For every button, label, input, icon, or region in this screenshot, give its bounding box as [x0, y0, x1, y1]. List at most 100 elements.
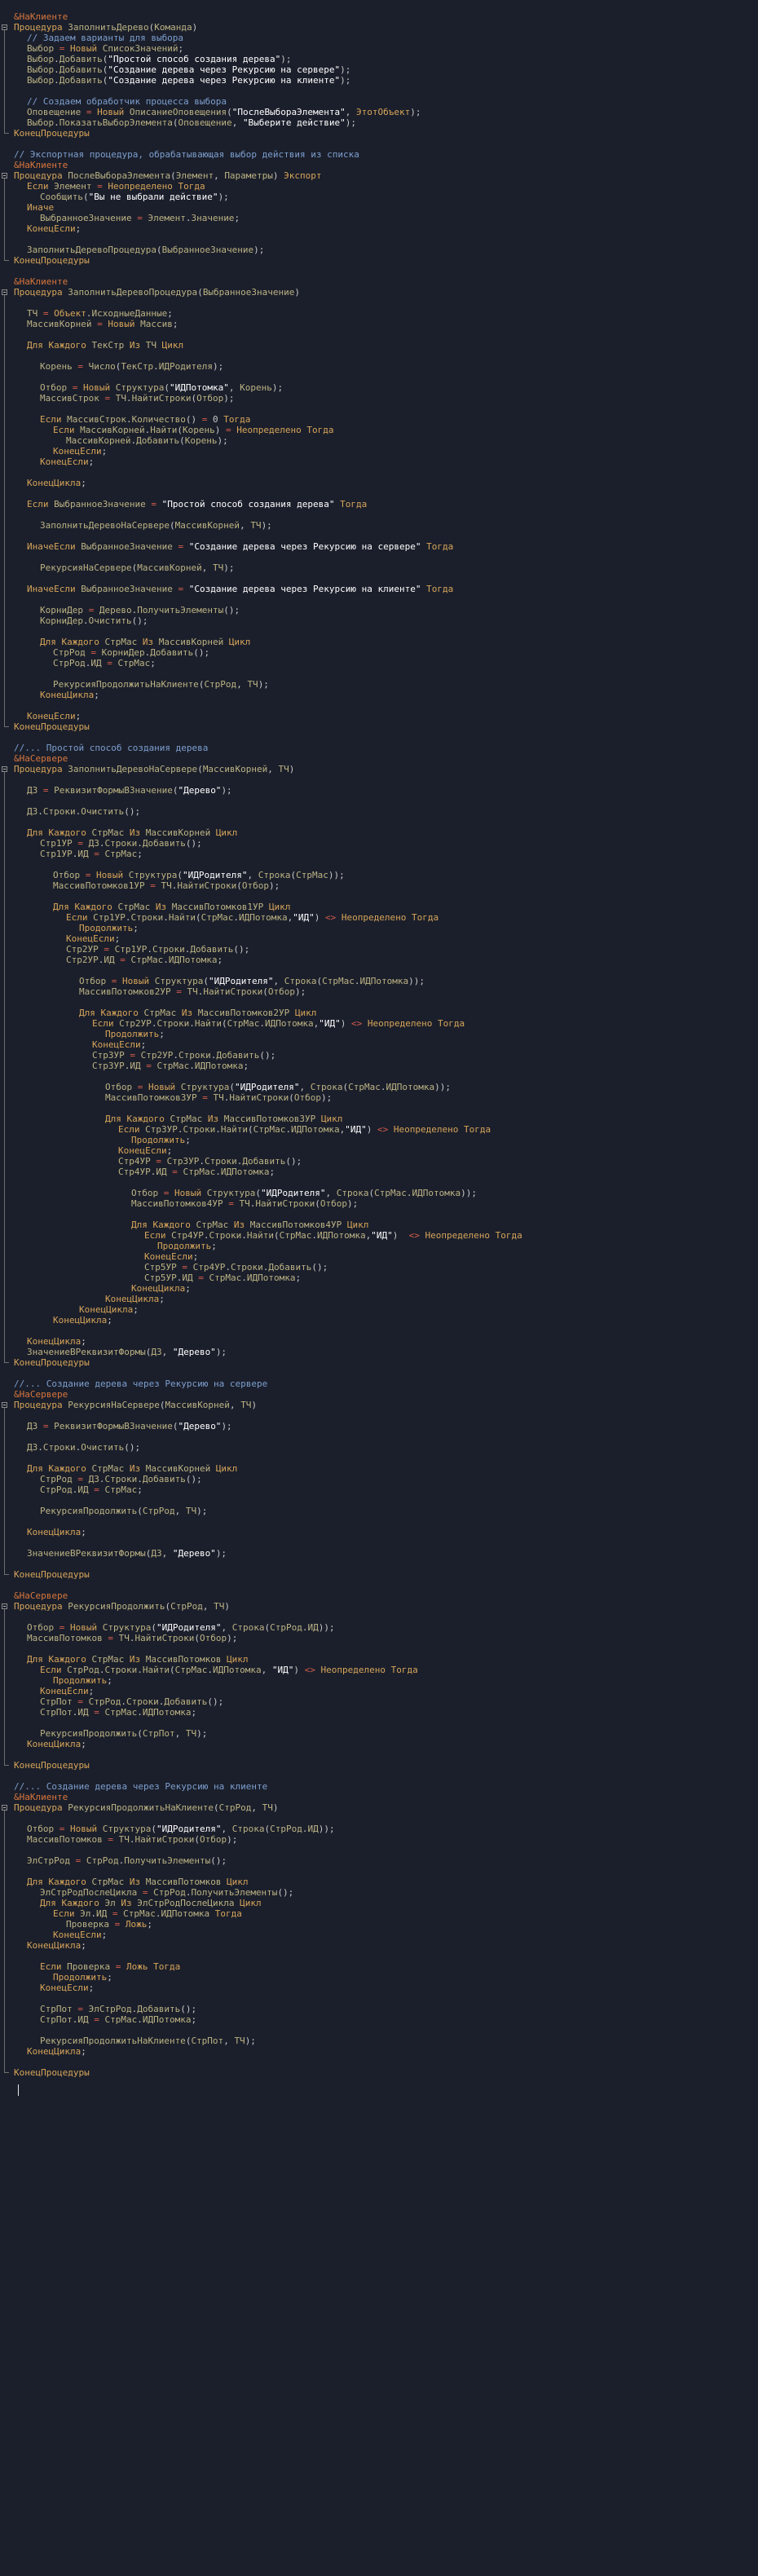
code-line[interactable]: КонецЦикла;: [0, 1304, 758, 1315]
code-line[interactable]: МассивПотомков4УР = ТЧ.НайтиСтроки(Отбор…: [0, 1198, 758, 1209]
code-line[interactable]: РекурсияПродолжитьНаКлиенте(СтрРод, ТЧ);: [0, 679, 758, 690]
code-line[interactable]: Иначе: [0, 202, 758, 213]
code-line[interactable]: Выбор.Добавить("Создание дерева через Ре…: [0, 64, 758, 75]
code-line[interactable]: Отбор = Новый Структура("ИДРодителя", Ст…: [0, 1082, 758, 1092]
code-line[interactable]: Сообщить("Вы не выбрали действие");: [0, 192, 758, 202]
code-line[interactable]: СтрПот = СтрРод.Строки.Добавить();: [0, 1696, 758, 1707]
code-line[interactable]: КонецПроцедуры: [0, 721, 758, 732]
code-line[interactable]: [0, 668, 758, 679]
code-line[interactable]: [0, 266, 758, 276]
code-line[interactable]: КонецЕсли;: [0, 1686, 758, 1696]
code-line[interactable]: [0, 1453, 758, 1463]
code-line[interactable]: МассивПотомков3УР = ТЧ.НайтиСтроки(Отбор…: [0, 1092, 758, 1103]
code-line[interactable]: КонецЕсли;: [0, 223, 758, 234]
code-line[interactable]: КонецЦикла;: [0, 2046, 758, 2057]
code-line[interactable]: ЗаполнитьДеревоНаСервере(МассивКорней, Т…: [0, 520, 758, 531]
code-line[interactable]: [0, 1993, 758, 2004]
code-line[interactable]: СтрРод = ДЗ.Строки.Добавить();: [0, 1474, 758, 1484]
code-line[interactable]: Стр4УР.ИД = СтрМас.ИДПотомка;: [0, 1167, 758, 1177]
code-line[interactable]: Выбор = Новый СписокЗначений;: [0, 43, 758, 54]
code-line[interactable]: СтрРод.ИД = СтрМас;: [0, 658, 758, 668]
code-line[interactable]: [0, 1410, 758, 1421]
code-line[interactable]: КонецЕсли;: [0, 1251, 758, 1262]
code-line[interactable]: СтрПот = ЭлСтрРод.Добавить();: [0, 2004, 758, 2014]
code-line[interactable]: Для Каждого СтрМас Из МассивКорней Цикл: [0, 1463, 758, 1474]
code-line[interactable]: Процедура РекурсияПродолжитьНаКлиенте(Ст…: [0, 1802, 758, 1813]
code-line[interactable]: &НаКлиенте: [0, 1792, 758, 1802]
code-line[interactable]: Если МассивКорней.Найти(Корень) = Неопре…: [0, 425, 758, 435]
code-line[interactable]: КонецЦикла;: [0, 1315, 758, 1325]
code-line[interactable]: Для Каждого СтрМас Из МассивКорней Цикл: [0, 827, 758, 838]
code-line[interactable]: [0, 1580, 758, 1590]
code-line[interactable]: КонецЦикла;: [0, 690, 758, 700]
code-line[interactable]: Процедура РекурсияПродолжить(СтрРод, ТЧ): [0, 1601, 758, 1612]
code-line[interactable]: [0, 1749, 758, 1760]
code-line[interactable]: Для Каждого СтрМас Из МассивКорней Цикл: [0, 637, 758, 647]
code-line[interactable]: Отбор = Новый Структура("ИДПотомка", Кор…: [0, 382, 758, 393]
collapse-fold-icon[interactable]: [2, 1402, 7, 1408]
code-line[interactable]: МассивПотомков = ТЧ.НайтиСтроки(Отбор);: [0, 1633, 758, 1643]
code-line[interactable]: [0, 531, 758, 541]
code-line[interactable]: Если Стр3УР.Строки.Найти(СтрМас.ИДПотомк…: [0, 1124, 758, 1135]
code-line[interactable]: ИначеЕсли ВыбранноеЗначение = "Создание …: [0, 541, 758, 552]
code-line[interactable]: ДЗ = РеквизитФормыВЗначение("Дерево");: [0, 785, 758, 796]
code-line[interactable]: [0, 509, 758, 520]
code-line[interactable]: Продолжить;: [0, 1135, 758, 1145]
code-line[interactable]: [0, 626, 758, 637]
code-line[interactable]: Для Каждого СтрМас Из МассивПотомков1УР …: [0, 902, 758, 912]
code-line[interactable]: [0, 1845, 758, 1855]
code-line[interactable]: ЗначениеВРеквизитФормы(ДЗ, "Дерево");: [0, 1347, 758, 1357]
code-line[interactable]: // Задаем варианты для выбора: [0, 33, 758, 43]
code-line[interactable]: Процедура РекурсияНаСервере(МассивКорней…: [0, 1400, 758, 1410]
code-line[interactable]: Выбор.Добавить("Создание дерева через Ре…: [0, 75, 758, 86]
code-line[interactable]: МассивПотомков2УР = ТЧ.НайтиСтроки(Отбор…: [0, 986, 758, 997]
code-line[interactable]: Корень = Число(ТекСтр.ИДРодителя);: [0, 361, 758, 372]
code-line[interactable]: Для Каждого СтрМас Из МассивПотомков4УР …: [0, 1220, 758, 1230]
code-line[interactable]: КонецПроцедуры: [0, 128, 758, 139]
code-line[interactable]: КонецЕсли;: [0, 1983, 758, 1993]
code-line[interactable]: ЗаполнитьДеревоПроцедура(ВыбранноеЗначен…: [0, 245, 758, 255]
code-editor[interactable]: &НаКлиенте Процедура ЗаполнитьДерево(Кома…: [0, 0, 758, 2576]
code-line[interactable]: Отбор = Новый Структура("ИДРодителя", Ст…: [0, 1824, 758, 1834]
code-line[interactable]: [0, 1103, 758, 1114]
code-line[interactable]: [0, 234, 758, 245]
code-line[interactable]: ЗначениеВРеквизитФормы(ДЗ, "Дерево");: [0, 1548, 758, 1559]
code-line[interactable]: &НаКлиенте: [0, 276, 758, 287]
code-line[interactable]: [0, 891, 758, 902]
code-line[interactable]: [0, 1813, 758, 1824]
code-line[interactable]: МассивСтрок = ТЧ.НайтиСтроки(Отбор);: [0, 393, 758, 404]
code-line[interactable]: РекурсияПродолжитьНаКлиенте(СтрПот, ТЧ);: [0, 2036, 758, 2046]
code-line[interactable]: [0, 1866, 758, 1877]
code-line[interactable]: СтрРод.ИД = СтрМас;: [0, 1484, 758, 1495]
code-line[interactable]: [0, 774, 758, 785]
code-line[interactable]: [0, 594, 758, 605]
code-line[interactable]: КонецЦикла;: [0, 1940, 758, 1951]
code-line[interactable]: [0, 298, 758, 308]
code-line[interactable]: МассивПотомков1УР = ТЧ.НайтиСтроки(Отбор…: [0, 880, 758, 891]
code-line[interactable]: Для Каждого Эл Из ЭлСтрРодПослеЦикла Цик…: [0, 1898, 758, 1908]
code-line[interactable]: Если Элемент = Неопределено Тогда: [0, 181, 758, 192]
code-line[interactable]: Процедура ЗаполнитьДерево(Команда): [0, 22, 758, 33]
code-line[interactable]: &НаКлиенте: [0, 160, 758, 170]
code-line[interactable]: КонецЦикла;: [0, 1739, 758, 1749]
code-line[interactable]: КонецПроцедуры: [0, 2067, 758, 2078]
code-line[interactable]: [0, 1495, 758, 1506]
code-line[interactable]: Для Каждого СтрМас Из МассивПотомков3УР …: [0, 1114, 758, 1124]
code-line[interactable]: СтрРод = КорниДер.Добавить();: [0, 647, 758, 658]
code-line[interactable]: Продолжить;: [0, 1029, 758, 1039]
code-line[interactable]: [0, 965, 758, 976]
code-line[interactable]: // Создаем обработчик процесса выбора: [0, 96, 758, 107]
code-line[interactable]: Для Каждого СтрМас Из МассивПотомков Цик…: [0, 1654, 758, 1665]
code-line[interactable]: [0, 859, 758, 870]
code-line[interactable]: &НаСервере: [0, 1590, 758, 1601]
code-line[interactable]: Выбор.Добавить("Простой способ создания …: [0, 54, 758, 64]
code-line[interactable]: Продолжить;: [0, 1241, 758, 1251]
code-line[interactable]: //... Создание дерева через Рекурсию на …: [0, 1378, 758, 1389]
code-line[interactable]: [0, 1559, 758, 1569]
code-line[interactable]: Процедура ЗаполнитьДеревоПроцедура(Выбра…: [0, 287, 758, 298]
code-line[interactable]: [0, 372, 758, 382]
code-line[interactable]: КорниДер = Дерево.ПолучитьЭлементы();: [0, 605, 758, 615]
collapse-fold-icon[interactable]: [2, 766, 7, 772]
code-line[interactable]: Продолжить;: [0, 1675, 758, 1686]
collapse-fold-icon[interactable]: [2, 173, 7, 179]
